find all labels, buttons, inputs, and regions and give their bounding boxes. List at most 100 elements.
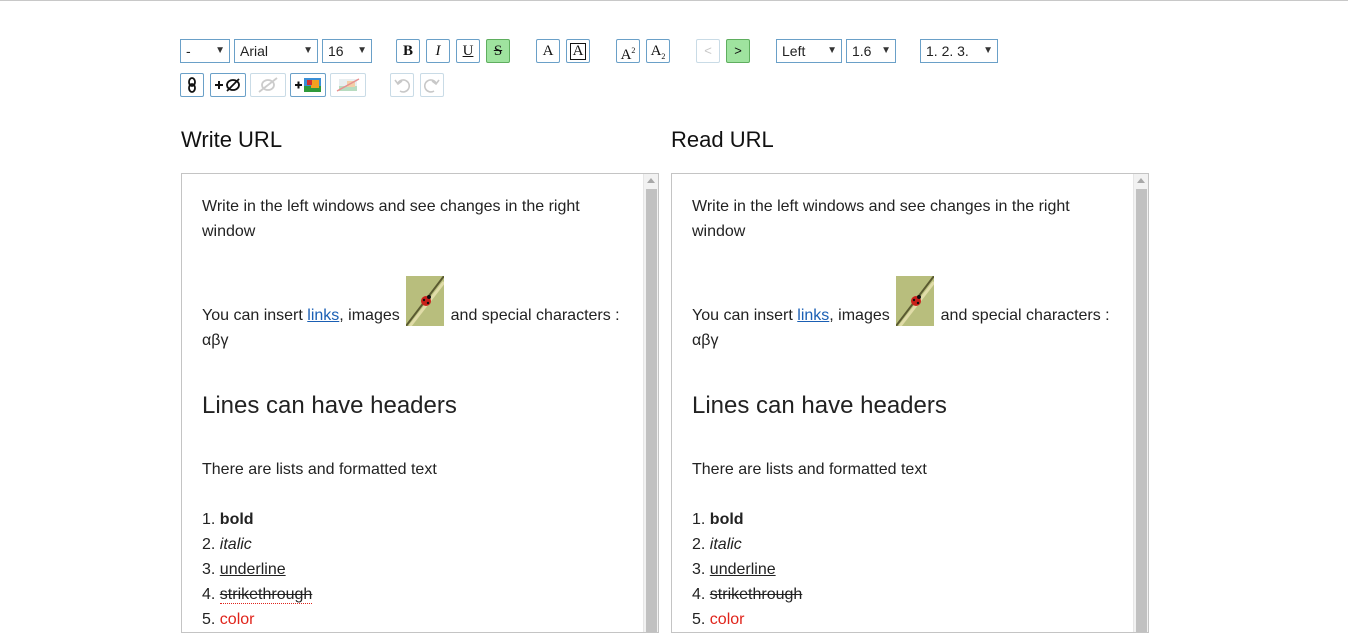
subscript-button[interactable]: A2 bbox=[646, 39, 670, 63]
sample-header: Lines can have headers bbox=[202, 392, 457, 419]
superscript-mark: 2 bbox=[631, 46, 636, 55]
italic-text: italic bbox=[219, 536, 252, 553]
outdent-label: < bbox=[704, 43, 712, 58]
bold-text: bold bbox=[709, 511, 744, 528]
insert-image-icon bbox=[295, 78, 321, 92]
intro-text: Write in the left windows and see change… bbox=[692, 198, 1070, 240]
list-item: 3. underline bbox=[202, 557, 622, 582]
read-pane-title: Read URL bbox=[671, 127, 774, 152]
undo-icon bbox=[394, 79, 410, 93]
unlink-icon bbox=[258, 77, 278, 93]
list-select-value: 1. 2. 3. bbox=[926, 43, 969, 59]
strikethrough-button[interactable]: S bbox=[486, 39, 510, 63]
unlink-button[interactable] bbox=[250, 73, 286, 97]
bold-label: B bbox=[402, 43, 413, 59]
color-text: color bbox=[219, 611, 255, 628]
write-scrollbar[interactable] bbox=[643, 174, 658, 632]
write-content[interactable]: Write in the left windows and see change… bbox=[202, 194, 622, 632]
list-item: 4. strikethrough bbox=[692, 582, 1112, 607]
list-item: 5. color bbox=[202, 607, 622, 632]
ladybug-image bbox=[896, 276, 935, 326]
bg-color-label: A bbox=[569, 43, 587, 60]
list-number: 4. bbox=[202, 586, 216, 603]
redo-button[interactable] bbox=[420, 73, 444, 97]
bold-button[interactable]: B bbox=[396, 39, 420, 63]
ladybug-image[interactable] bbox=[406, 276, 445, 326]
line-height-select[interactable]: 1.6 ▼ bbox=[846, 39, 896, 63]
sample-link[interactable]: links bbox=[797, 307, 829, 324]
read-content: Write in the left windows and see change… bbox=[692, 194, 1112, 632]
superscript-button[interactable]: A2 bbox=[616, 39, 640, 63]
lists-intro: There are lists and formatted text bbox=[202, 461, 437, 478]
text-color-label: A bbox=[542, 43, 554, 59]
background-color-button[interactable]: A bbox=[566, 39, 590, 63]
list-item: 1. bold bbox=[692, 507, 1112, 532]
underline-text: underline bbox=[709, 561, 776, 578]
dropdown-arrow-icon: ▼ bbox=[827, 45, 837, 56]
align-select-value: Left bbox=[782, 43, 806, 59]
list-number: 5. bbox=[692, 611, 706, 628]
font-select[interactable]: Arial ▼ bbox=[234, 39, 318, 63]
read-scrollbar[interactable] bbox=[1133, 174, 1148, 632]
list-item: 3. underline bbox=[692, 557, 1112, 582]
italic-text: italic bbox=[709, 536, 742, 553]
bold-text: bold bbox=[219, 511, 254, 528]
dropdown-arrow-icon: ▼ bbox=[983, 45, 993, 56]
insert-link-button[interactable] bbox=[210, 73, 246, 97]
insert-line: You can insert links, images and special… bbox=[202, 276, 622, 353]
write-editor[interactable]: Write in the left windows and see change… bbox=[181, 173, 659, 633]
list-item: 2. italic bbox=[202, 532, 622, 557]
indent-label: > bbox=[734, 43, 742, 58]
italic-button[interactable]: I bbox=[426, 39, 450, 63]
insert-mid: , images bbox=[829, 307, 895, 324]
list-item: 4. strikethrough bbox=[202, 582, 622, 607]
insert-line: You can insert links, images and special… bbox=[692, 276, 1112, 353]
superscript-label: A bbox=[620, 47, 632, 63]
dropdown-arrow-icon: ▼ bbox=[215, 45, 225, 56]
scroll-thumb[interactable] bbox=[646, 189, 657, 632]
edit-image-icon bbox=[336, 78, 360, 92]
font-select-value: Arial bbox=[240, 43, 269, 59]
insert-prefix: You can insert bbox=[202, 307, 308, 324]
underline-button[interactable]: U bbox=[456, 39, 480, 63]
insert-image-button[interactable] bbox=[290, 73, 326, 97]
insert-link-icon bbox=[215, 78, 240, 92]
list-number: 1. bbox=[202, 511, 216, 528]
line-height-value: 1.6 bbox=[852, 43, 872, 59]
list-item: 1. bold bbox=[202, 507, 622, 532]
scroll-up-icon[interactable] bbox=[647, 178, 655, 183]
align-select[interactable]: Left ▼ bbox=[776, 39, 842, 63]
edit-image-button[interactable] bbox=[330, 73, 366, 97]
list-number: 3. bbox=[202, 561, 216, 578]
heading-select[interactable]: - ▼ bbox=[180, 39, 230, 63]
link-button[interactable] bbox=[180, 73, 204, 97]
list-select[interactable]: 1. 2. 3. ▼ bbox=[920, 39, 998, 63]
sample-link[interactable]: links bbox=[307, 307, 339, 324]
underline-text: underline bbox=[219, 561, 286, 578]
text-color-button[interactable]: A bbox=[536, 39, 560, 63]
lists-intro: There are lists and formatted text bbox=[692, 461, 927, 478]
subscript-label: A bbox=[650, 43, 662, 59]
size-select[interactable]: 16 ▼ bbox=[322, 39, 372, 63]
heading-select-value: - bbox=[186, 43, 191, 59]
scroll-thumb[interactable] bbox=[1136, 189, 1147, 632]
undo-button[interactable] bbox=[390, 73, 414, 97]
list-item: 5. color bbox=[692, 607, 1112, 632]
italic-label: I bbox=[435, 43, 441, 59]
size-select-value: 16 bbox=[328, 43, 344, 59]
subscript-mark: 2 bbox=[661, 52, 666, 61]
underline-label: U bbox=[462, 43, 474, 59]
write-pane-title: Write URL bbox=[181, 127, 283, 152]
list-number: 2. bbox=[202, 536, 216, 553]
outdent-button[interactable]: < bbox=[696, 39, 720, 63]
insert-mid: , images bbox=[339, 307, 405, 324]
scroll-up-icon[interactable] bbox=[1137, 178, 1145, 183]
formatted-list: 1. bold 2. italic 3. underline 4. strike… bbox=[202, 507, 622, 632]
link-icon bbox=[188, 77, 196, 93]
list-number: 5. bbox=[202, 611, 216, 628]
indent-button[interactable]: > bbox=[726, 39, 750, 63]
top-divider bbox=[0, 0, 1348, 1]
list-number: 2. bbox=[692, 536, 706, 553]
read-viewer: Write in the left windows and see change… bbox=[671, 173, 1149, 633]
strikethrough-text: strikethrough bbox=[709, 586, 803, 603]
